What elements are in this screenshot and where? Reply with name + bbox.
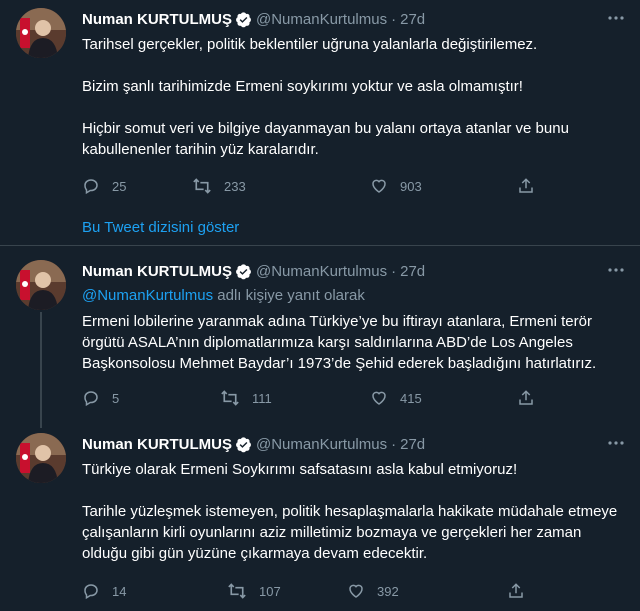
like-icon: [372, 391, 386, 405]
tweet-paragraph: Bizim şanlı tarihimizde Ermeni soykırımı…: [82, 78, 523, 95]
retweet-button[interactable]: 111: [220, 388, 272, 408]
tweet-header: Numan KURTULMUŞ @NumanKurtulmus · 27d: [82, 433, 425, 455]
separator-dot: ·: [391, 10, 397, 28]
reply-context: @NumanKurtulmus adlı kişiye yanıt olarak: [82, 287, 365, 304]
avatar[interactable]: [16, 8, 66, 58]
separator-dot: ·: [391, 262, 397, 280]
avatar[interactable]: [16, 433, 66, 483]
tweet-paragraph: Tarihle yüzleşmek istemeyen, politik hes…: [82, 503, 618, 562]
like-count: 392: [377, 583, 399, 599]
divider: [0, 245, 640, 246]
reply-icon: [84, 179, 98, 195]
avatar[interactable]: [16, 260, 66, 310]
reply-count: 5: [112, 390, 120, 406]
more-icon[interactable]: [606, 10, 626, 26]
reply-button[interactable]: 14: [82, 581, 126, 601]
verified-icon: [235, 263, 252, 280]
retweet-count: 111: [252, 390, 272, 406]
author-handle[interactable]: @NumanKurtulmus: [256, 11, 387, 28]
like-button[interactable]: 415: [370, 388, 422, 408]
share-button[interactable]: [507, 581, 537, 601]
separator-dot: ·: [391, 435, 397, 453]
thread-connector: [40, 312, 42, 428]
retweet-icon: [228, 583, 246, 599]
verified-icon: [235, 436, 252, 453]
share-button[interactable]: [517, 388, 547, 408]
verified-icon: [235, 11, 252, 28]
reply-count: 25: [112, 178, 127, 194]
tweet-paragraph: Hiçbir somut veri ve bilgiye dayanmayan …: [82, 120, 569, 158]
author-handle[interactable]: @NumanKurtulmus: [256, 436, 387, 453]
tweet-text: Türkiye olarak Ermeni Soykırımı safsatas…: [82, 459, 627, 564]
more-icon[interactable]: [606, 435, 626, 451]
like-count: 415: [400, 390, 422, 406]
retweet-button[interactable]: 233: [192, 176, 246, 196]
like-count: 903: [400, 178, 422, 194]
retweet-button[interactable]: 107: [227, 581, 281, 601]
reply-mention-link[interactable]: @NumanKurtulmus: [82, 287, 213, 304]
tweet-paragraph: Ermeni lobilerine yaranmak adına Türkiye…: [82, 313, 597, 372]
author-name[interactable]: Numan KURTULMUŞ: [82, 263, 232, 280]
timestamp[interactable]: 27d: [400, 11, 425, 28]
author-handle[interactable]: @NumanKurtulmus: [256, 263, 387, 280]
like-icon: [372, 179, 386, 193]
tweet-2[interactable]: Numan KURTULMUŞ @NumanKurtulmus · 27d @N…: [0, 260, 640, 420]
retweet-icon: [221, 390, 239, 406]
share-icon: [519, 178, 533, 193]
reply-count: 14: [112, 583, 127, 599]
like-button[interactable]: 392: [347, 581, 399, 601]
reply-button[interactable]: 25: [82, 176, 126, 196]
share-button[interactable]: [517, 176, 547, 196]
tweet-3[interactable]: Numan KURTULMUŞ @NumanKurtulmus · 27d Tü…: [0, 433, 640, 611]
timestamp[interactable]: 27d: [400, 436, 425, 453]
reply-icon: [84, 391, 98, 407]
author-name[interactable]: Numan KURTULMUŞ: [82, 436, 232, 453]
retweet-count: 233: [224, 178, 246, 194]
share-icon: [519, 390, 533, 405]
more-icon[interactable]: [606, 262, 626, 278]
tweet-text: Tarihsel gerçekler, politik beklentiler …: [82, 34, 627, 160]
tweet-feed: Numan KURTULMUŞ @NumanKurtulmus · 27d Ta…: [0, 0, 640, 611]
timestamp[interactable]: 27d: [400, 263, 425, 280]
reply-context-text: adlı kişiye yanıt olarak: [213, 287, 365, 304]
retweet-count: 107: [259, 583, 281, 599]
reply-button[interactable]: 5: [82, 388, 119, 408]
tweet-actions: 25 233 903: [82, 176, 552, 196]
tweet-1[interactable]: Numan KURTULMUŞ @NumanKurtulmus · 27d Ta…: [0, 8, 640, 208]
show-thread-link[interactable]: Bu Tweet dizisini göster: [82, 219, 239, 236]
tweet-header: Numan KURTULMUŞ @NumanKurtulmus · 27d: [82, 260, 425, 282]
like-icon: [349, 584, 363, 598]
like-button[interactable]: 903: [370, 176, 422, 196]
share-icon: [509, 583, 523, 598]
tweet-text: Ermeni lobilerine yaranmak adına Türkiye…: [82, 311, 627, 374]
tweet-actions: 14 107 392: [82, 581, 552, 601]
retweet-icon: [193, 178, 211, 194]
tweet-header: Numan KURTULMUŞ @NumanKurtulmus · 27d: [82, 8, 425, 30]
tweet-actions: 5 111 415: [82, 388, 552, 408]
reply-icon: [84, 584, 98, 600]
tweet-paragraph: Türkiye olarak Ermeni Soykırımı safsatas…: [82, 461, 518, 478]
tweet-paragraph: Tarihsel gerçekler, politik beklentiler …: [82, 36, 538, 53]
author-name[interactable]: Numan KURTULMUŞ: [82, 11, 232, 28]
